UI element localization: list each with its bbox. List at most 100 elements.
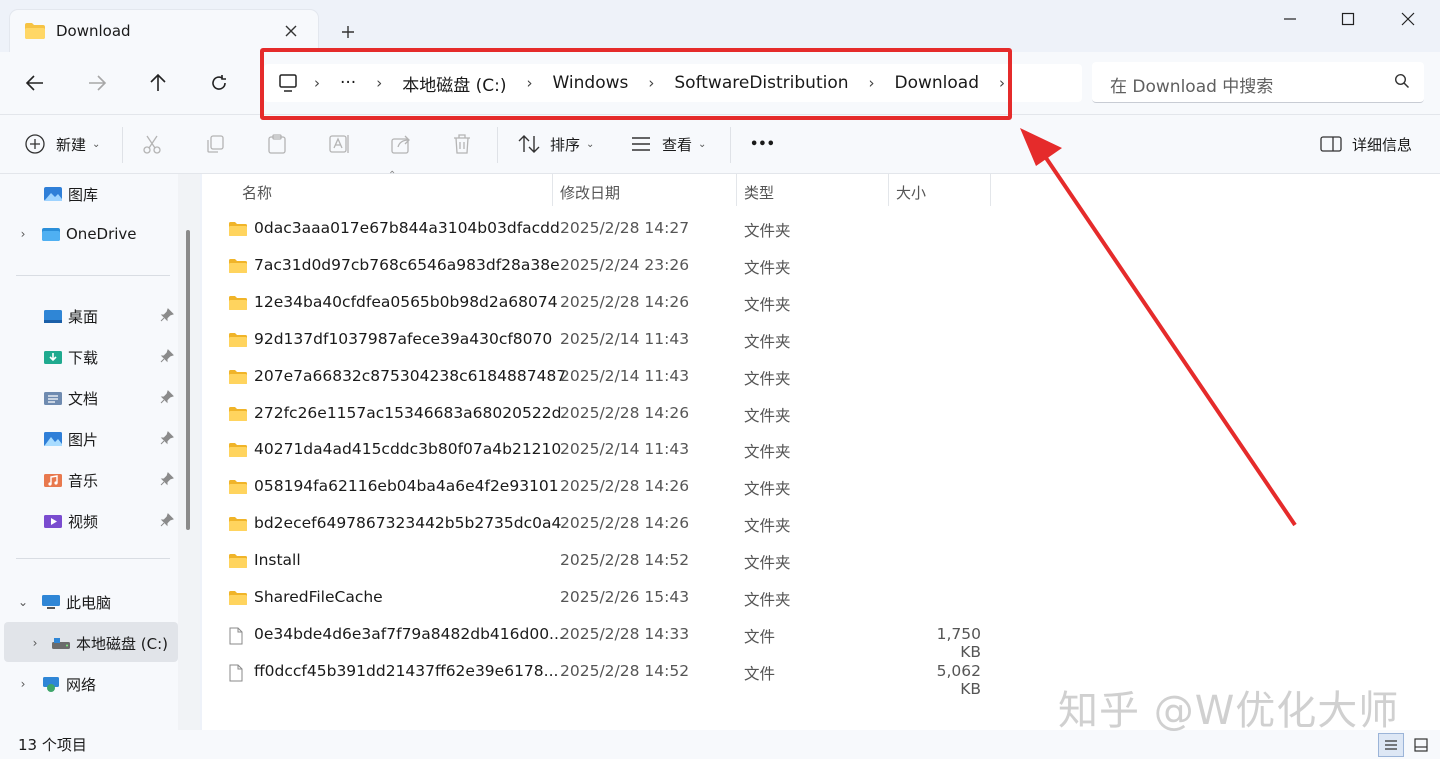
pin-icon[interactable] [160, 308, 174, 322]
file-name: SharedFileCache [254, 588, 383, 606]
sidebar-item-this-pc[interactable]: ⌄ 此电脑 [0, 585, 178, 619]
file-type: 文件夹 [744, 480, 791, 499]
maximize-button[interactable] [1318, 0, 1378, 38]
column-divider[interactable] [990, 174, 991, 206]
more-options-icon[interactable]: ••• [750, 129, 775, 159]
new-button[interactable]: 新建 ⌄ [20, 129, 100, 159]
videos-icon [42, 511, 64, 531]
sidebar-item-gallery[interactable]: 图库 [0, 177, 178, 211]
cut-icon[interactable] [141, 129, 163, 159]
divider [497, 127, 498, 163]
table-row[interactable]: 0dac3aaa017e67b844a3104b03dfacdd 2025/2/2… [202, 211, 1440, 248]
divider [730, 127, 731, 163]
file-type: 文件夹 [744, 406, 791, 425]
tiles-view-icon[interactable] [1408, 733, 1434, 757]
details-view-icon[interactable] [1378, 733, 1404, 757]
table-row[interactable]: 058194fa62116eb04ba4a6e4f2e93101 2025/2/2… [202, 469, 1440, 506]
folder-icon [228, 369, 248, 385]
active-tab[interactable]: Download [10, 10, 318, 52]
file-type: 文件 [744, 627, 776, 646]
file-type: 文件夹 [744, 591, 791, 609]
sidebar-item-network[interactable]: › 网络 [0, 667, 178, 701]
file-icon [228, 627, 244, 645]
sidebar-item-videos[interactable]: 视频 [0, 504, 178, 538]
file-type: 文件夹 [744, 222, 791, 240]
close-window-button[interactable] [1378, 0, 1438, 38]
file-list: 名称 ⌃ 修改日期 类型 大小 0dac3aaa017e67b844a3104b… [202, 170, 1440, 730]
rename-icon[interactable] [328, 129, 350, 159]
chevron-down-icon: ⌄ [698, 138, 707, 150]
sidebar-item-onedrive[interactable]: › OneDrive [0, 217, 178, 251]
minimize-button[interactable] [1260, 0, 1320, 38]
file-name: ff0dccf45b391dd21437ff62e39e6178... [254, 661, 559, 680]
table-row[interactable]: 272fc26e1157ac15346683a68020522d 2025/2/2… [202, 396, 1440, 433]
folder-icon [228, 479, 248, 495]
address-highlight-box [260, 48, 1012, 120]
item-count: 13 个项目 [18, 736, 87, 754]
details-label: 详细信息 [1352, 135, 1413, 154]
sidebar-item-downloads[interactable]: 下载 [0, 340, 178, 374]
file-name: 207e7a66832c875304238c6184887487 [254, 366, 567, 385]
file-name: 272fc26e1157ac15346683a68020522d [254, 403, 562, 422]
new-tab-button[interactable] [336, 20, 360, 44]
folder-icon [228, 590, 248, 606]
table-row[interactable]: 12e34ba40cfdfea0565b0b98d2a68074 2025/2/2… [202, 285, 1440, 322]
paste-icon[interactable] [266, 129, 288, 159]
column-header-type[interactable]: 类型 [744, 182, 774, 203]
table-row[interactable]: SharedFileCache 2025/2/26 15:43 文件夹 [202, 580, 1440, 617]
folder-icon [228, 258, 248, 274]
copy-icon[interactable] [204, 129, 226, 159]
column-divider[interactable] [552, 174, 553, 206]
chevron-down-icon: ⌄ [92, 138, 101, 150]
downloads-icon [42, 347, 64, 367]
file-date: 2025/2/28 14:26 [560, 514, 690, 533]
chevron-down-icon: ⌄ [586, 138, 595, 150]
chevron-right-icon[interactable]: › [16, 677, 30, 691]
table-row[interactable]: 207e7a66832c875304238c6184887487 2025/2/1… [202, 359, 1440, 396]
search-box[interactable]: 在 Download 中搜索 [1092, 62, 1424, 103]
column-divider[interactable] [736, 174, 737, 206]
up-button[interactable] [141, 66, 175, 100]
column-divider[interactable] [888, 174, 889, 206]
chevron-right-icon[interactable]: › [16, 227, 30, 241]
pin-icon[interactable] [160, 349, 174, 363]
pin-icon[interactable] [160, 513, 174, 527]
delete-icon[interactable] [451, 129, 473, 159]
view-button[interactable]: 查看 ⌄ [626, 129, 706, 159]
refresh-button[interactable] [202, 66, 236, 100]
sidebar-item-music[interactable]: 音乐 [0, 463, 178, 497]
onedrive-folder-icon [40, 224, 62, 244]
details-pane-button[interactable]: 详细信息 [1316, 129, 1412, 159]
column-header-size[interactable]: 大小 [896, 182, 926, 203]
table-row[interactable]: bd2ecef6497867323442b5b2735dc0a4 2025/2/2… [202, 506, 1440, 543]
table-row[interactable]: 7ac31d0d97cb768c6546a983df28a38e 2025/2/2… [202, 248, 1440, 285]
sidebar-item-pictures[interactable]: 图片 [0, 422, 178, 456]
sidebar-item-documents[interactable]: 文档 [0, 381, 178, 415]
folder-icon [228, 221, 248, 237]
table-row[interactable]: Install 2025/2/28 14:52 文件夹 [202, 543, 1440, 580]
column-header-date[interactable]: 修改日期 [560, 182, 620, 203]
table-row[interactable]: 40271da4ad415cddc3b80f07a4b21210 2025/2/1… [202, 432, 1440, 469]
sort-button[interactable]: 排序 ⌄ [514, 129, 594, 159]
share-icon[interactable] [390, 129, 412, 159]
file-type: 文件夹 [744, 369, 791, 388]
chevron-down-icon[interactable]: ⌄ [16, 595, 30, 609]
pin-icon[interactable] [160, 472, 174, 486]
column-header-name[interactable]: 名称 [242, 182, 272, 203]
pin-icon[interactable] [160, 431, 174, 445]
table-row[interactable]: 92d137df1037987afece39a430cf8070 2025/2/1… [202, 322, 1440, 359]
forward-button[interactable] [80, 66, 114, 100]
close-tab-icon[interactable] [280, 20, 302, 42]
sidebar-scrollbar-thumb[interactable] [186, 230, 190, 530]
table-row[interactable]: 0e34bde4d6e3af7f79a8482db416d00... 2025/2… [202, 617, 1440, 661]
pin-icon[interactable] [160, 390, 174, 404]
folder-icon [228, 516, 248, 532]
sidebar-item-local-disk[interactable]: › 本地磁盘 (C:) [0, 626, 178, 660]
desktop-icon [42, 306, 64, 326]
file-icon [228, 664, 244, 682]
back-button[interactable] [18, 66, 52, 100]
chevron-right-icon[interactable]: › [28, 636, 42, 650]
sidebar-item-desktop[interactable]: 桌面 [0, 299, 178, 333]
view-icon [626, 129, 656, 159]
search-icon[interactable] [1394, 73, 1410, 89]
